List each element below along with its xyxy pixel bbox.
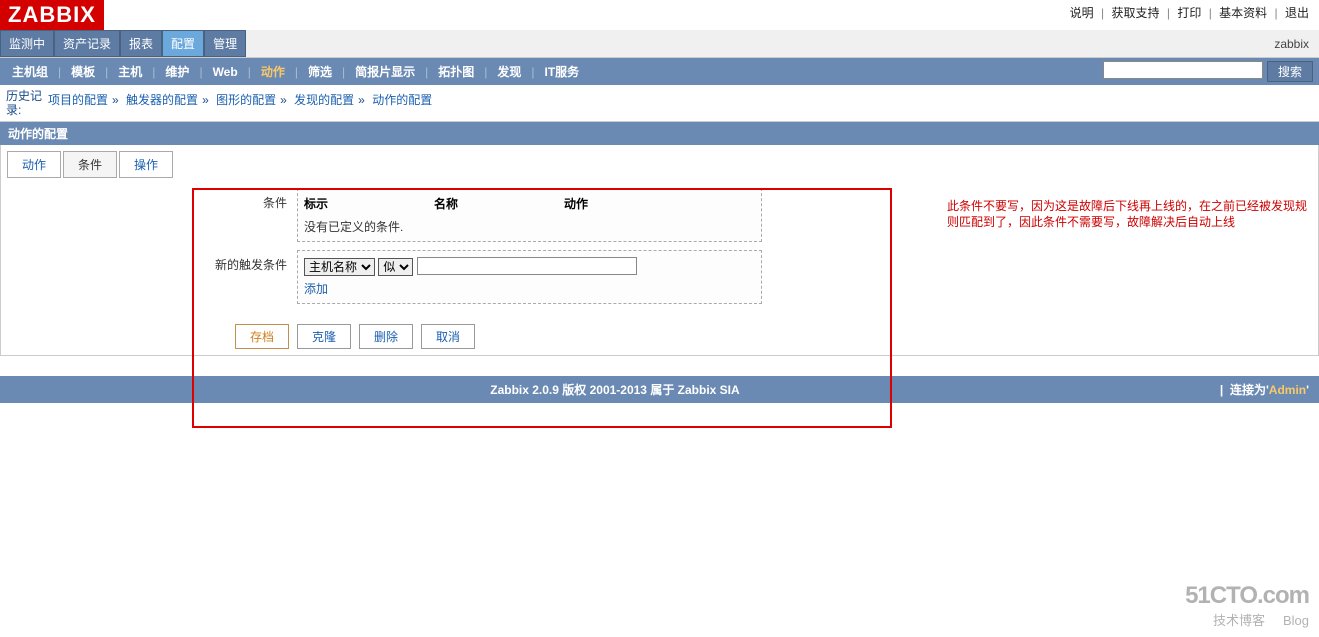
history-label: 历史记录: [6,89,48,117]
main-nav: 监测中 资产记录 报表 配置 管理 [0,30,246,57]
snav-maintenance[interactable]: 维护 [159,61,195,82]
footer-user: | 连接为'Admin' [1220,381,1309,398]
snav-hostgroups[interactable]: 主机组 [6,61,54,82]
logo[interactable]: ZABBIX [0,0,104,30]
annotation-text: 此条件不要写，因为这是故障后下线再上线的，在之前已经被发现规则匹配到了，因此条件… [947,198,1317,230]
cond-header-name: 名称 [434,195,564,212]
tabs: 动作 条件 操作 [7,151,1312,178]
tab-operations[interactable]: 操作 [119,151,173,178]
bc-item-2[interactable]: 图形的配置 [216,93,276,107]
search-input[interactable] [1103,61,1263,79]
conditions-panel: 标示 名称 动作 没有已定义的条件. [297,188,762,242]
support-link[interactable]: 获取支持 [1112,6,1160,20]
profile-link[interactable]: 基本资料 [1219,6,1267,20]
nav-configuration[interactable]: 配置 [162,30,204,57]
section-header: 动作的配置 [0,122,1319,145]
top-links: 说明 | 获取支持 | 打印 | 基本资料 | 退出 [1060,0,1319,25]
tab-action[interactable]: 动作 [7,151,61,178]
bc-item-0[interactable]: 项目的配置 [48,93,108,107]
clone-button[interactable]: 克隆 [297,324,351,349]
snav-actions[interactable]: 动作 [255,61,291,82]
breadcrumb: 项目的配置» 触发器的配置» 图形的配置» 发现的配置» 动作的配置 [48,89,432,108]
snav-screens[interactable]: 筛选 [302,61,338,82]
help-link[interactable]: 说明 [1070,6,1094,20]
tab-conditions[interactable]: 条件 [63,151,117,178]
snav-web[interactable]: Web [207,63,244,81]
search-button[interactable]: 搜索 [1267,61,1313,82]
footer: Zabbix 2.0.9 版权 2001-2013 属于 Zabbix SIA … [0,376,1319,403]
nav-administration[interactable]: 管理 [204,30,246,57]
snav-hosts[interactable]: 主机 [112,61,148,82]
bc-item-4[interactable]: 动作的配置 [372,93,432,107]
new-condition-label: 新的触发条件 [7,250,297,304]
snav-discovery[interactable]: 发现 [491,61,527,82]
delete-button[interactable]: 删除 [359,324,413,349]
user-label: zabbix [1264,33,1319,55]
save-button[interactable]: 存档 [235,324,289,349]
add-condition-link[interactable]: 添加 [304,280,328,297]
nav-reports[interactable]: 报表 [120,30,162,57]
footer-copyright: Zabbix 2.0.9 版权 2001-2013 属于 Zabbix SIA [10,381,1220,398]
condition-type-select[interactable]: 主机名称 [304,258,375,276]
bc-item-3[interactable]: 发现的配置 [294,93,354,107]
conditions-empty-text: 没有已定义的条件. [304,218,755,235]
watermark-line2: 技术博客Blog [1185,610,1309,629]
print-link[interactable]: 打印 [1177,6,1201,20]
sub-nav: 主机组| 模板| 主机| 维护| Web| 动作| 筛选| 简报片显示| 拓扑图… [6,61,585,82]
snav-maps[interactable]: 拓扑图 [432,61,480,82]
new-condition-panel: 主机名称 似 添加 [297,250,762,304]
nav-inventory[interactable]: 资产记录 [54,30,120,57]
bc-item-1[interactable]: 触发器的配置 [126,93,198,107]
cond-header-action: 动作 [564,195,588,212]
condition-operator-select[interactable]: 似 [378,258,413,276]
watermark-line1: 51CTO.com [1185,582,1309,610]
snav-slideshows[interactable]: 简报片显示 [349,61,421,82]
nav-monitoring[interactable]: 监测中 [0,30,54,57]
condition-label: 条件 [7,188,297,242]
cond-header-mark: 标示 [304,195,434,212]
cancel-button[interactable]: 取消 [421,324,475,349]
condition-value-input[interactable] [417,257,637,275]
watermark: 51CTO.com 技术博客Blog [1185,582,1309,629]
snav-templates[interactable]: 模板 [65,61,101,82]
logout-link[interactable]: 退出 [1285,6,1309,20]
snav-itservices[interactable]: IT服务 [539,61,586,82]
